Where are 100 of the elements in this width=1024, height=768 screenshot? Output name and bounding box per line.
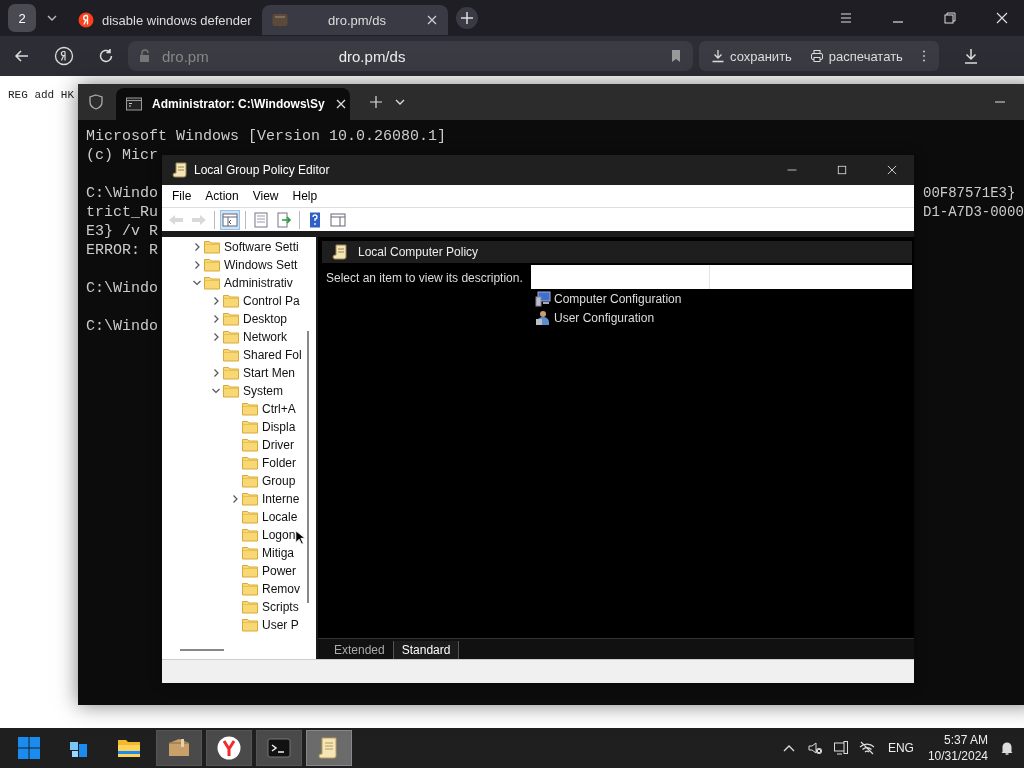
- scroll-icon: [172, 162, 188, 178]
- chevron-right-icon[interactable]: [211, 314, 221, 324]
- tree-item[interactable]: Group: [262, 474, 296, 488]
- new-tab-icon[interactable]: [456, 7, 478, 29]
- scrollbar[interactable]: [180, 649, 224, 651]
- tree-item[interactable]: Remov: [262, 582, 300, 596]
- circle-logo-icon[interactable]: [54, 46, 74, 66]
- close-icon[interactable]: [426, 14, 438, 26]
- tree-item[interactable]: Windows Sett: [224, 258, 298, 272]
- restore-icon[interactable]: [942, 10, 958, 26]
- tree-item[interactable]: Power: [262, 564, 296, 578]
- folder-icon: [242, 510, 258, 524]
- tree-item[interactable]: Mitiga: [262, 546, 294, 560]
- tree-item[interactable]: Locale: [262, 510, 298, 524]
- download-icon: [711, 49, 725, 63]
- bookmark-icon[interactable]: [669, 49, 683, 63]
- browser-tab[interactable]: disable windows defender: [68, 5, 254, 35]
- address-field[interactable]: dro.pm dro.pm/ds: [128, 41, 693, 71]
- computer-icon: [535, 290, 551, 307]
- tree-item[interactable]: System: [243, 384, 283, 398]
- page-action-button[interactable]: сохранить: [707, 48, 796, 64]
- folder-icon: [223, 348, 239, 362]
- chevron-down-icon[interactable]: [211, 386, 221, 396]
- chevron-right-icon[interactable]: [211, 296, 221, 306]
- scrollbar[interactable]: [307, 331, 309, 603]
- window-title: Local Group Policy Editor: [194, 163, 330, 177]
- page-action-button[interactable]: распечатать: [805, 48, 907, 64]
- description-text: Select an item to view its description.: [326, 271, 523, 285]
- menu-item[interactable]: File: [172, 189, 192, 203]
- chevron-right-icon[interactable]: [211, 332, 221, 342]
- export-icon[interactable]: [274, 209, 294, 230]
- printer-icon: [809, 49, 824, 63]
- folder-icon: [204, 276, 220, 290]
- menu-item[interactable]: Action: [205, 189, 239, 203]
- close-icon[interactable]: [334, 98, 347, 110]
- shield-icon: [88, 94, 104, 110]
- list-item[interactable]: User Configuration: [531, 308, 655, 327]
- scroll-icon: [332, 244, 348, 260]
- menu-icon[interactable]: [838, 10, 854, 26]
- tree-item[interactable]: Ctrl+A: [262, 402, 296, 416]
- command-prompt-icon: [126, 96, 142, 112]
- bell-icon[interactable]: [999, 740, 1015, 756]
- page-thumbnail-icon: [272, 12, 288, 28]
- tree-item[interactable]: Start Men: [243, 366, 296, 380]
- terminal-icon: [267, 736, 291, 760]
- tree-item[interactable]: Control Pa: [243, 294, 300, 308]
- tree-item[interactable]: User P: [262, 618, 299, 632]
- tree-item[interactable]: Shared Fol: [243, 348, 302, 362]
- view-tab[interactable]: Standard: [393, 641, 460, 659]
- chevron-right-icon[interactable]: [192, 242, 202, 252]
- browser-tab[interactable]: dro.pm/ds: [262, 5, 448, 35]
- folder-icon: [242, 420, 258, 434]
- tree-item[interactable]: Desktop: [243, 312, 288, 326]
- user-icon: [535, 309, 551, 326]
- tree-item[interactable]: Interne: [262, 492, 300, 506]
- monitor-icon[interactable]: [832, 740, 849, 756]
- folder-icon: [204, 240, 220, 254]
- folder-icon: [223, 366, 239, 380]
- language-indicator[interactable]: ENG: [887, 741, 914, 755]
- folder-icon: [204, 258, 220, 272]
- chevron-right-icon[interactable]: [230, 494, 240, 504]
- folder-icon: [242, 474, 258, 488]
- tree-item[interactable]: Scripts: [262, 600, 299, 614]
- tree-view-icon[interactable]: [220, 209, 240, 230]
- chevron-right-icon[interactable]: [211, 368, 221, 378]
- chevron-right-icon[interactable]: [192, 260, 202, 270]
- terminal-line: E3} /v R: [86, 223, 158, 240]
- maximize-icon[interactable]: [836, 164, 848, 176]
- chevron-down-icon[interactable]: [192, 278, 202, 288]
- speaker-muted-icon[interactable]: [806, 740, 823, 756]
- mouse-pointer-icon: [295, 530, 305, 545]
- terminal-line: 00F87571E3}: [923, 185, 1016, 203]
- folder-icon: [223, 312, 239, 326]
- tree-item[interactable]: Driver: [262, 438, 294, 452]
- folder-icon: [242, 618, 258, 632]
- new-tab-icon[interactable]: [368, 94, 384, 110]
- terminal-line: (c) Micr: [86, 147, 158, 164]
- lock-icon: [138, 49, 152, 63]
- tree-item[interactable]: Logon: [262, 528, 296, 542]
- folder-icon: [242, 546, 258, 560]
- network-off-icon[interactable]: [858, 740, 875, 756]
- tab-count-button[interactable]: 2: [8, 4, 36, 32]
- terminal-line: D1-A7D3-0000: [923, 204, 1024, 222]
- clock[interactable]: 5:37 AM 10/31/2024: [927, 732, 988, 764]
- taskbar-app-button[interactable]: [206, 730, 252, 766]
- tree-item[interactable]: Folder: [262, 456, 296, 470]
- terminal-line: C:\Windo: [86, 185, 158, 202]
- terminal-tab[interactable]: Administrator: C:\Windows\Sy: [116, 88, 350, 120]
- folder-icon: [242, 582, 258, 596]
- menu-item[interactable]: Help: [292, 189, 318, 203]
- tree-item[interactable]: Displa: [262, 420, 296, 434]
- tree-item[interactable]: Administrativ: [224, 276, 293, 290]
- list-item[interactable]: Computer Configuration: [531, 289, 682, 308]
- folder-icon: [242, 528, 258, 542]
- folder-icon: [223, 384, 239, 398]
- tree-item[interactable]: Software Setti: [224, 240, 299, 254]
- menu-item[interactable]: View: [252, 189, 279, 203]
- close-icon[interactable]: [994, 10, 1010, 26]
- tree-item[interactable]: Network: [243, 330, 287, 344]
- browser-logo-icon: [217, 736, 241, 760]
